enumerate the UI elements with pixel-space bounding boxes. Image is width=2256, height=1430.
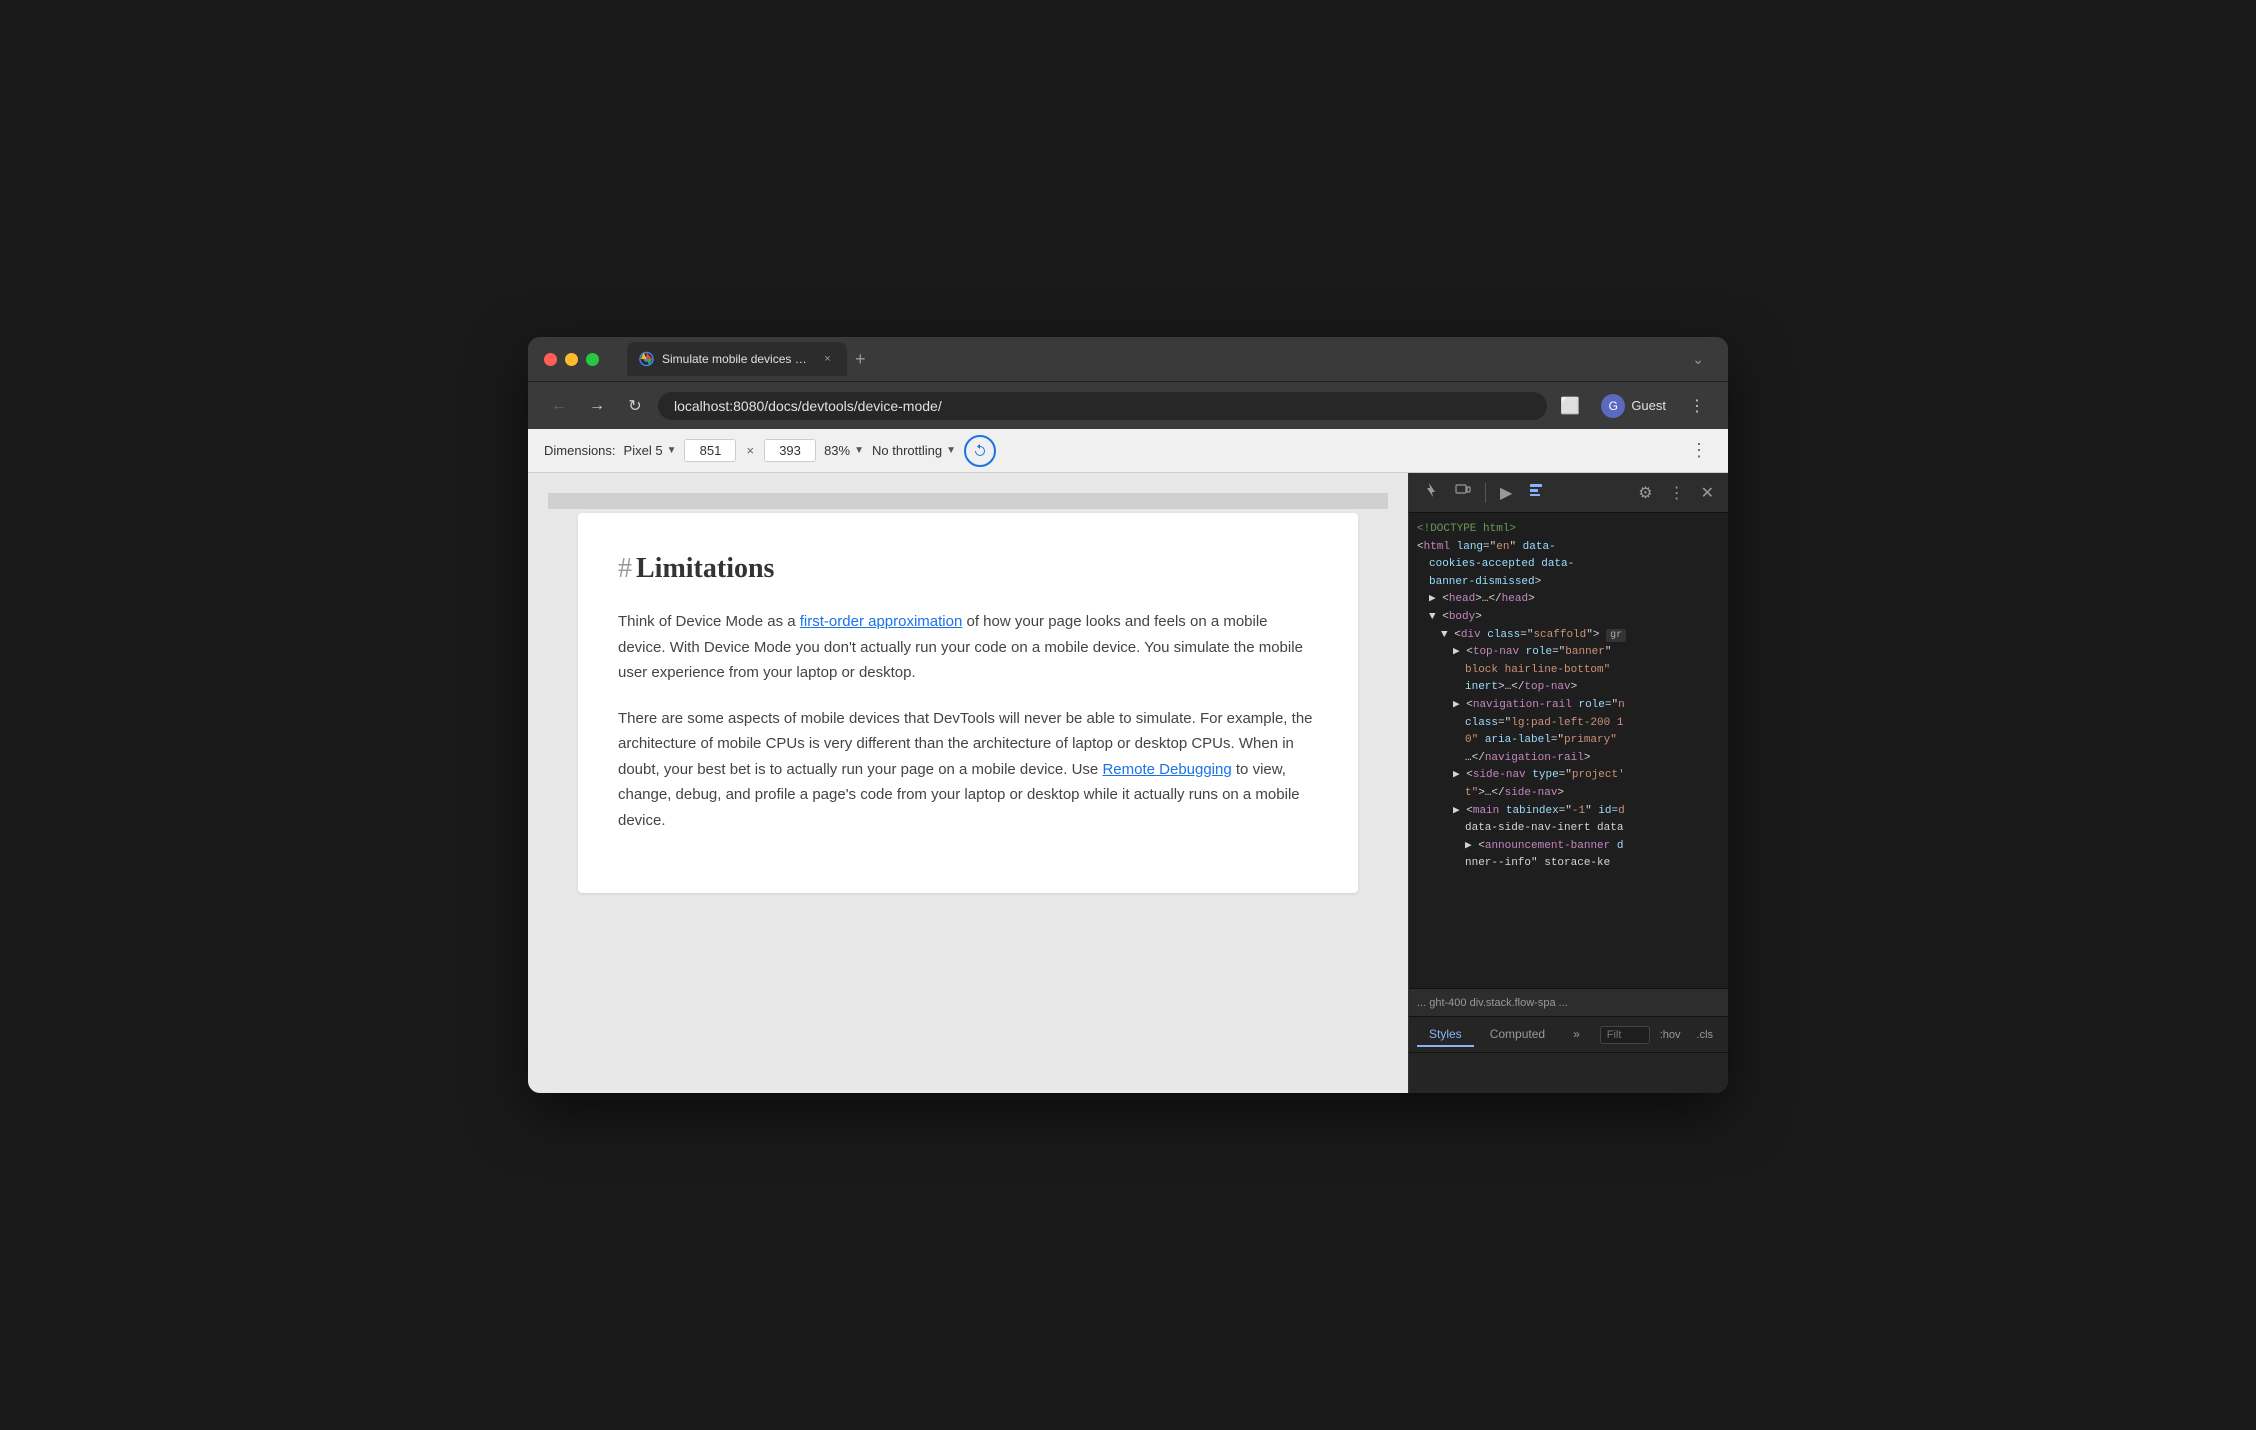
html-line: class="lg:pad-left-200 1 xyxy=(1417,715,1720,733)
browser-more-button[interactable]: ⋮ xyxy=(1682,391,1712,421)
zoom-value: 83% xyxy=(824,443,850,458)
tab-more[interactable]: » xyxy=(1561,1023,1592,1047)
html-line: cookies-accepted data- xyxy=(1417,556,1720,574)
tab-computed[interactable]: Computed xyxy=(1478,1023,1557,1047)
tab-close-button[interactable]: × xyxy=(820,351,835,367)
html-line: t">…</side-nav> xyxy=(1417,785,1720,803)
console-drawer-button[interactable]: ▶ xyxy=(1494,479,1518,507)
ruler xyxy=(548,493,1388,509)
device-toolbar-more-button[interactable]: ⋮ xyxy=(1686,436,1712,465)
page-content: #Limitations Think of Device Mode as a f… xyxy=(528,473,1408,1093)
html-line: ▶ <main tabindex="-1" id=d xyxy=(1417,803,1720,821)
remote-debugging-link[interactable]: Remote Debugging xyxy=(1102,761,1231,778)
devtools-toolbar: ▶ ⚙ ⋮ ✕ xyxy=(1409,473,1728,513)
html-line: data-side-nav-inert data xyxy=(1417,820,1720,838)
device-name: Pixel 5 xyxy=(624,443,663,458)
html-line: ▶ <side-nav type="project' xyxy=(1417,767,1720,785)
paragraph-2: There are some aspects of mobile devices… xyxy=(618,706,1318,834)
minimize-button[interactable] xyxy=(565,353,578,366)
inspect-icon xyxy=(1423,482,1439,498)
rotate-button[interactable] xyxy=(964,435,996,467)
width-input[interactable] xyxy=(684,439,736,462)
elements-icon xyxy=(1528,482,1544,498)
devtools-more-button[interactable]: ⋮ xyxy=(1663,479,1691,507)
throttle-dropdown-arrow: ▼ xyxy=(946,445,956,456)
page-card: #Limitations Think of Device Mode as a f… xyxy=(578,513,1358,893)
first-order-link[interactable]: first-order approximation xyxy=(800,613,963,630)
reload-button[interactable]: ↻ xyxy=(620,391,650,421)
zoom-dropdown-arrow: ▼ xyxy=(854,445,864,456)
devtools-panel: ▶ ⚙ ⋮ ✕ <!DOCTYPE html> <html xyxy=(1408,473,1728,1093)
back-button[interactable]: ← xyxy=(544,391,574,421)
paragraph-1: Think of Device Mode as a first-order ap… xyxy=(618,609,1318,686)
status-text: ... ght-400 div.stack.flow-spa ... xyxy=(1417,997,1568,1009)
devtools-status-bar: ... ght-400 div.stack.flow-spa ... xyxy=(1409,988,1728,1016)
profile-avatar: G xyxy=(1601,394,1625,418)
heading-hash: # xyxy=(618,553,632,584)
address-bar[interactable] xyxy=(658,392,1547,420)
cast-button[interactable]: ⬜ xyxy=(1555,391,1585,421)
throttle-select[interactable]: No throttling ▼ xyxy=(872,443,956,458)
dimension-separator: × xyxy=(746,443,754,458)
html-line: …</navigation-rail> xyxy=(1417,750,1720,768)
tab-bar: Simulate mobile devices with D × + ⌄ xyxy=(611,342,1712,376)
dimensions-label: Dimensions: xyxy=(544,443,616,458)
toolbar-separator xyxy=(1485,483,1486,503)
html-line: <html lang="en" data- xyxy=(1417,539,1720,557)
profile-button[interactable]: G Guest xyxy=(1593,390,1674,422)
heading-text: Limitations xyxy=(636,553,774,584)
title-bar: Simulate mobile devices with D × + ⌄ xyxy=(528,337,1728,381)
device-toolbar: Dimensions: Pixel 5 ▼ × 83% ▼ No throttl… xyxy=(528,429,1728,473)
inspect-button[interactable] xyxy=(1417,478,1445,507)
active-tab[interactable]: Simulate mobile devices with D × xyxy=(627,342,847,376)
bottom-tabs: Styles Computed » :hov .cls + ⊡ ◁ xyxy=(1409,1017,1728,1053)
para1-text-before: Think of Device Mode as a xyxy=(618,613,800,630)
chrome-favicon-icon xyxy=(639,351,654,367)
html-line: ▶ <announcement-banner d xyxy=(1417,838,1720,856)
html-line: banner-dismissed> xyxy=(1417,574,1720,592)
html-line: inert>…</top-nav> xyxy=(1417,679,1720,697)
new-tab-button[interactable]: + xyxy=(847,345,874,374)
traffic-lights xyxy=(544,353,599,366)
styles-filter-input[interactable] xyxy=(1600,1026,1650,1044)
html-line: ▼ <body> xyxy=(1417,609,1720,627)
main-content: #Limitations Think of Device Mode as a f… xyxy=(528,473,1728,1093)
html-line: ▼ <div class="scaffold"> gr xyxy=(1417,627,1720,645)
devtools-close-button[interactable]: ✕ xyxy=(1695,479,1720,507)
tab-bar-chevron: ⌄ xyxy=(1692,351,1712,368)
cls-button[interactable]: .cls xyxy=(1691,1027,1720,1043)
tab-styles[interactable]: Styles xyxy=(1417,1023,1474,1047)
html-line: block hairline-bottom" xyxy=(1417,662,1720,680)
browser-window: Simulate mobile devices with D × + ⌄ ← →… xyxy=(528,337,1728,1093)
html-line: nner--info" storace-ke xyxy=(1417,855,1720,873)
profile-label: Guest xyxy=(1631,398,1666,413)
device-select[interactable]: Pixel 5 ▼ xyxy=(624,443,677,458)
devtools-bottom-panel: Styles Computed » :hov .cls + ⊡ ◁ xyxy=(1409,1016,1728,1093)
zoom-select[interactable]: 83% ▼ xyxy=(824,443,864,458)
devtools-html-panel: <!DOCTYPE html> <html lang="en" data- co… xyxy=(1409,513,1728,988)
maximize-button[interactable] xyxy=(586,353,599,366)
throttle-value: No throttling xyxy=(872,443,942,458)
html-line: ▶ <head>…</head> xyxy=(1417,591,1720,609)
html-line: 0" aria-label="primary" xyxy=(1417,732,1720,750)
device-dropdown-arrow: ▼ xyxy=(667,445,677,456)
html-line: ▶ <navigation-rail role="n xyxy=(1417,697,1720,715)
devtools-settings-button[interactable]: ⚙ xyxy=(1632,479,1658,507)
device-mode-button[interactable] xyxy=(1449,478,1477,507)
forward-button[interactable]: → xyxy=(582,391,612,421)
add-style-button[interactable]: + xyxy=(1723,1027,1728,1043)
elements-panel-button[interactable] xyxy=(1522,478,1550,507)
rotate-icon xyxy=(972,443,988,459)
nav-bar: ← → ↻ ⬜ G Guest ⋮ xyxy=(528,381,1728,429)
tab-title: Simulate mobile devices with D xyxy=(662,352,812,366)
close-button[interactable] xyxy=(544,353,557,366)
html-line: <!DOCTYPE html> xyxy=(1417,521,1720,539)
height-input[interactable] xyxy=(764,439,816,462)
hov-button[interactable]: :hov xyxy=(1654,1027,1687,1043)
html-line: ▶ <top-nav role="banner" xyxy=(1417,644,1720,662)
device-mode-icon xyxy=(1455,482,1471,498)
bottom-panel-content xyxy=(1409,1053,1728,1093)
page-heading: #Limitations xyxy=(618,553,1318,585)
